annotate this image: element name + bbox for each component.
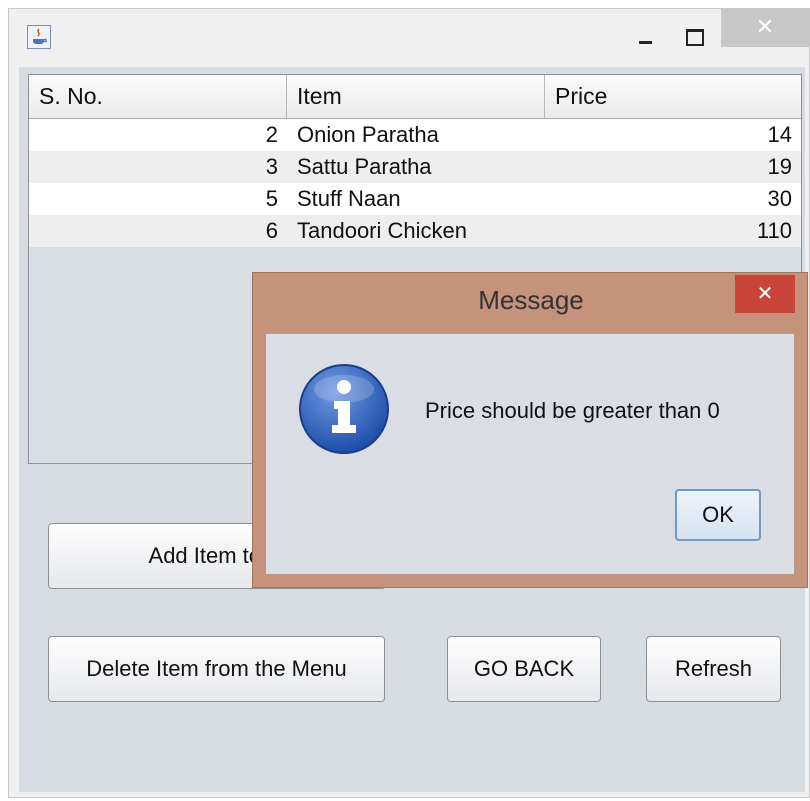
title-bar: ✕ [9, 9, 809, 67]
table-row[interactable]: 6 Tandoori Chicken 110 [29, 215, 801, 247]
window-close-button[interactable]: ✕ [721, 9, 809, 47]
message-dialog: Message ✕ Price should be greater than 0… [252, 272, 808, 588]
dialog-body: Price should be greater than 0 OK [265, 333, 795, 575]
cell-price: 19 [767, 154, 792, 179]
info-icon [298, 363, 390, 455]
table-row[interactable]: 3 Sattu Paratha 19 [29, 151, 801, 183]
minimize-button[interactable] [631, 23, 659, 51]
cell-item: Sattu Paratha [297, 154, 432, 179]
cell-price: 30 [767, 186, 792, 211]
table-body: 2 Onion Paratha 14 3 Sattu Paratha 19 5 … [29, 119, 801, 247]
cell-item: Tandoori Chicken [297, 218, 467, 243]
column-header-price[interactable]: Price [545, 75, 801, 118]
cell-sno: 6 [265, 218, 278, 243]
go-back-button[interactable]: GO BACK [447, 636, 601, 702]
cell-item: Stuff Naan [297, 186, 401, 211]
cell-price: 110 [756, 218, 792, 243]
maximize-button[interactable] [680, 23, 708, 51]
cell-sno: 3 [265, 154, 278, 179]
refresh-button[interactable]: Refresh [646, 636, 781, 702]
table-row[interactable]: 5 Stuff Naan 30 [29, 183, 801, 215]
column-header-item[interactable]: Item [287, 75, 545, 118]
dialog-close-button[interactable]: ✕ [735, 275, 795, 313]
ok-button[interactable]: OK [675, 489, 761, 541]
cell-price: 14 [767, 122, 792, 147]
dialog-title: Message [478, 285, 584, 315]
dialog-message: Price should be greater than 0 [425, 398, 720, 423]
java-app-icon [27, 25, 51, 49]
table-row[interactable]: 2 Onion Paratha 14 [29, 119, 801, 151]
cell-sno: 5 [265, 186, 278, 211]
cell-sno: 2 [265, 122, 278, 147]
cell-item: Onion Paratha [297, 122, 439, 147]
column-header-sno[interactable]: S. No. [29, 75, 287, 118]
table-header: S. No. Item Price [29, 75, 801, 119]
delete-item-button[interactable]: Delete Item from the Menu [48, 636, 385, 702]
